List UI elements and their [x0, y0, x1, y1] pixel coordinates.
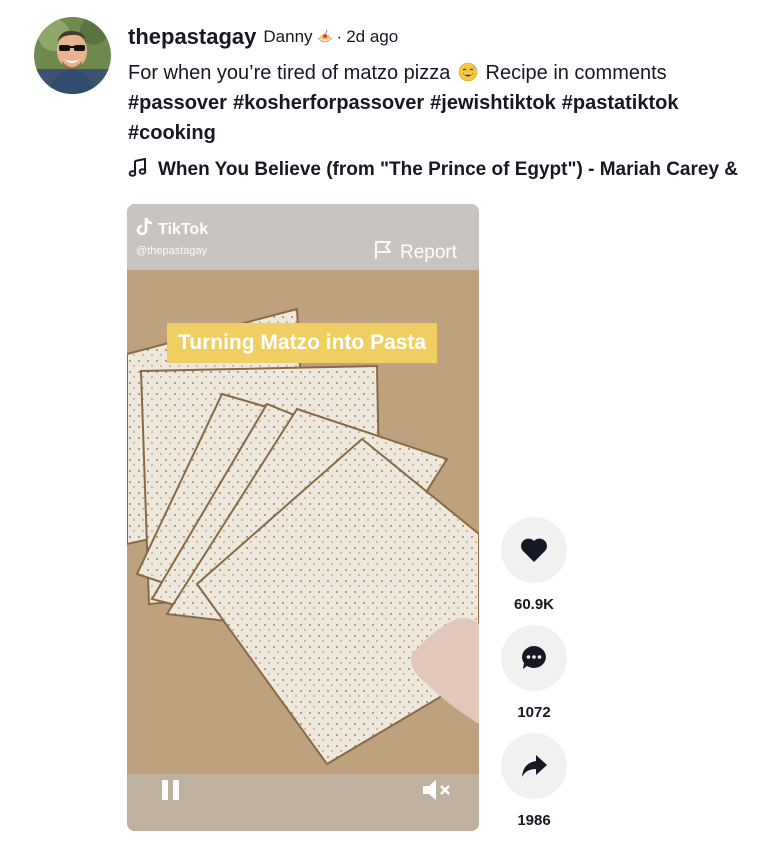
video-overlay-text: Turning Matzo into Pasta — [167, 323, 438, 363]
like-button[interactable] — [501, 517, 567, 583]
caption-text-end: Recipe in comments — [485, 62, 667, 84]
flag-icon — [374, 240, 392, 266]
share-action: 1986 — [501, 733, 567, 829]
hashtag-pastatiktok[interactable]: #pastatiktok — [562, 92, 679, 114]
muted-speaker-icon — [423, 780, 450, 800]
spaghetti-emoji-icon — [316, 29, 333, 45]
report-button[interactable]: Report — [374, 240, 457, 266]
grinning-sweat-emoji-icon — [458, 61, 478, 82]
hashtag-cooking[interactable]: #cooking — [128, 122, 216, 144]
video-frame — [127, 204, 479, 831]
share-count: 1986 — [517, 812, 551, 829]
watermark-brand: TikTok — [158, 220, 209, 238]
hashtag-kosherforpassover[interactable]: #kosherforpassover — [233, 92, 424, 114]
hashtag-jewishtiktok[interactable]: #jewishtiktok — [430, 92, 556, 114]
share-button[interactable] — [501, 733, 567, 799]
heart-icon — [521, 538, 547, 562]
avatar-image — [34, 17, 111, 94]
caption-text: For when you’re tired of matzo pizza — [128, 62, 451, 84]
comment-icon — [522, 646, 546, 669]
like-action: 60.9K — [501, 517, 567, 613]
report-label: Report — [399, 242, 457, 263]
tiktok-logo-icon — [136, 217, 154, 242]
like-count: 60.9K — [513, 596, 555, 613]
post-age: 2d ago — [346, 27, 399, 46]
hashtag-passover[interactable]: #passover — [128, 92, 227, 114]
video-player[interactable]: TikTok @thepastagay Report Turning Matzo… — [127, 204, 479, 831]
music-title[interactable]: When You Believe (from "The Prince of Eg… — [158, 159, 738, 181]
pause-button[interactable] — [160, 779, 182, 801]
username[interactable]: thepastagay — [128, 24, 256, 50]
share-arrow-icon — [522, 755, 547, 777]
comment-action: 1072 — [501, 625, 567, 721]
author-line: thepastagay Danny · 2d ago — [128, 22, 398, 52]
comment-count: 1072 — [517, 704, 551, 721]
music-note-icon — [128, 157, 148, 183]
tiktok-watermark: TikTok — [136, 217, 208, 242]
music-link[interactable]: When You Believe (from "The Prince of Eg… — [128, 156, 768, 184]
nickname: Danny — [263, 27, 313, 46]
avatar[interactable] — [34, 17, 111, 94]
separator: · — [336, 27, 343, 46]
caption: For when you’re tired of matzo pizza Rec… — [128, 58, 748, 148]
pause-icon — [162, 780, 179, 800]
mute-button[interactable] — [421, 778, 453, 802]
watermark-username: @thepastagay — [136, 245, 208, 257]
comment-button[interactable] — [501, 625, 567, 691]
